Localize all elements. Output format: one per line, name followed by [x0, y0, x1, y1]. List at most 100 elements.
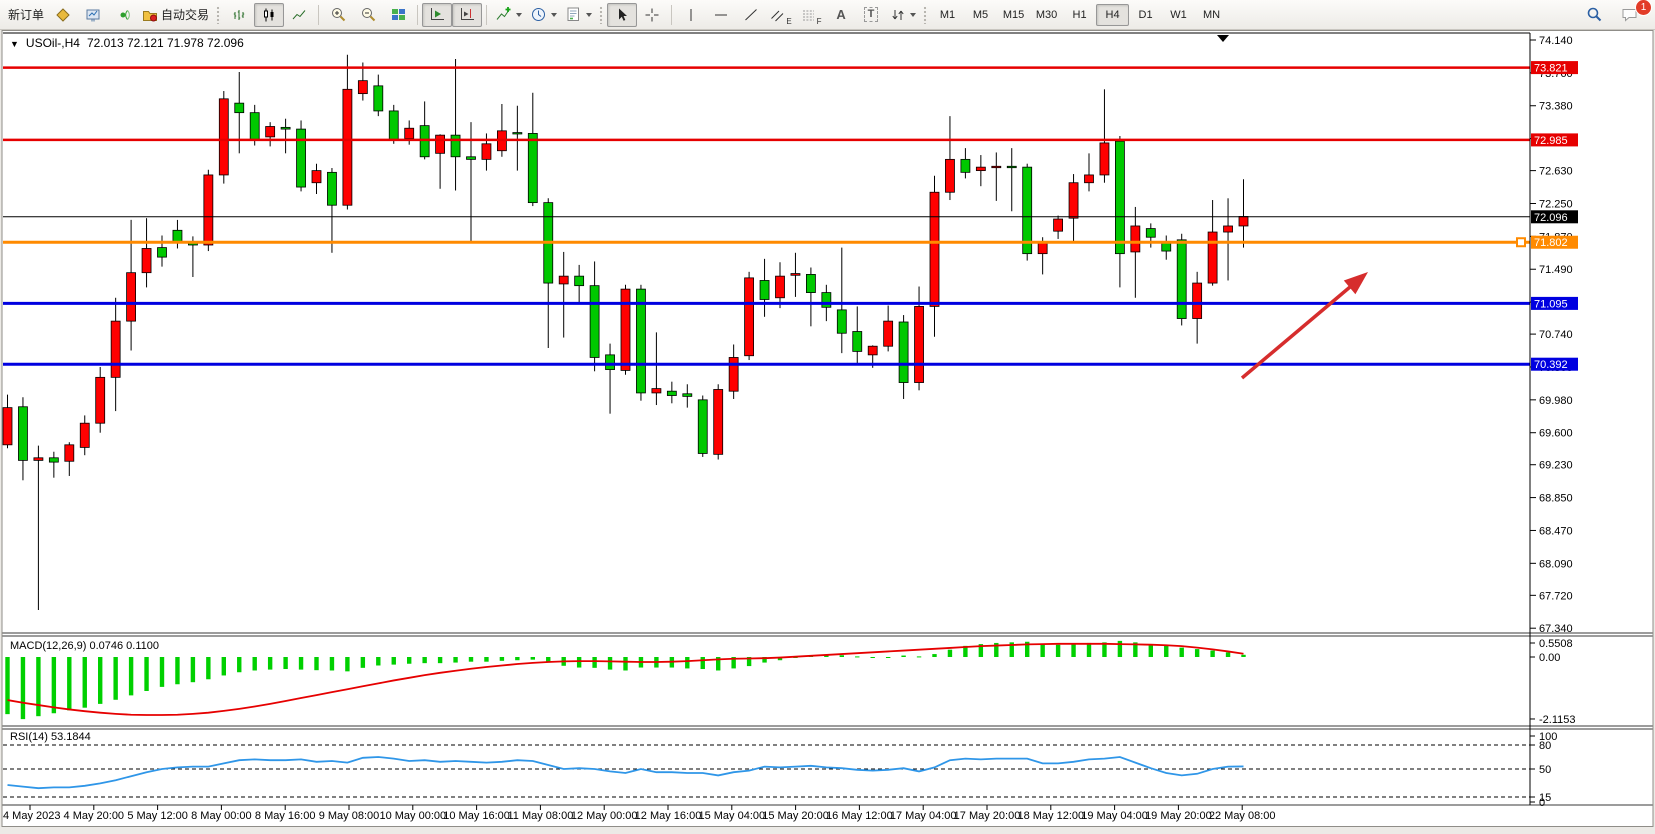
signals-button[interactable] — [108, 3, 138, 27]
chart-canvas[interactable]: 74.14073.76073.38073.00072.63072.25071.8… — [0, 0, 1655, 834]
candle-body — [127, 273, 136, 321]
candle-body — [698, 400, 707, 454]
price-tick-label: 67.720 — [1539, 590, 1573, 602]
trendline-tool-button[interactable] — [736, 3, 766, 27]
dropdown-caret[interactable] — [551, 13, 557, 17]
zoom-out-icon — [360, 6, 377, 23]
time-tick-label: 15 May 20:00 — [762, 810, 829, 822]
candle-body — [281, 127, 290, 129]
macd-histogram-bar — [67, 657, 71, 710]
macd-histogram-bar — [871, 657, 875, 658]
chart-shift-button[interactable] — [452, 3, 482, 27]
timeframe-w1[interactable]: W1 — [1162, 4, 1195, 26]
line-chart-button[interactable] — [284, 3, 314, 27]
macd-histogram-bar — [469, 657, 473, 662]
candle-body — [915, 306, 924, 382]
horizontal-line-tool-button[interactable] — [706, 3, 736, 27]
diamond-icon — [55, 7, 71, 23]
dropdown-caret[interactable] — [910, 13, 916, 17]
candle-body — [992, 166, 1001, 167]
arrows-icon — [890, 7, 906, 23]
macd-histogram-bar — [175, 657, 179, 684]
candle-body — [590, 286, 599, 358]
tile-windows-button[interactable] — [383, 3, 413, 27]
deposit-icon-button[interactable] — [48, 3, 78, 27]
auto-trading-button[interactable]: 自动交易 — [138, 3, 213, 27]
vertical-line-tool-button[interactable] — [676, 3, 706, 27]
indicators-button[interactable] — [491, 3, 526, 27]
candle-body — [976, 167, 985, 170]
autotrade-folder-icon — [142, 7, 158, 23]
fibonacci-tool-button[interactable]: F — [796, 3, 826, 27]
timeframe-m1[interactable]: M1 — [931, 4, 964, 26]
candlestick-chart-button[interactable] — [254, 3, 284, 27]
toolbar-grip[interactable] — [216, 6, 221, 24]
macd-histogram-bar — [608, 657, 612, 670]
text-tool-button[interactable]: A — [826, 3, 856, 27]
toolbar-separator — [318, 5, 319, 25]
zoom-out-button[interactable] — [353, 3, 383, 27]
timeframe-m5[interactable]: M5 — [964, 4, 997, 26]
macd-histogram-bar — [21, 657, 25, 719]
time-tick-label: 15 May 04:00 — [698, 810, 765, 822]
macd-histogram-bar — [160, 657, 164, 687]
search-icon — [1586, 6, 1603, 23]
market-watch-button[interactable] — [78, 3, 108, 27]
zoom-in-button[interactable] — [323, 3, 353, 27]
candle-body — [1023, 167, 1032, 254]
price-tick-label: 74.140 — [1539, 35, 1573, 47]
macd-histogram-bar — [330, 657, 334, 670]
chart-header: ▼ USOil-,H4 72.013 72.121 71.978 72.096 — [10, 36, 244, 50]
dropdown-caret[interactable] — [516, 13, 522, 17]
time-tick-label: 22 May 08:00 — [1209, 810, 1276, 822]
toolbar-grip[interactable] — [923, 6, 928, 24]
macd-histogram-bar — [268, 657, 272, 670]
macd-histogram-bar — [577, 657, 581, 668]
timeframe-h1[interactable]: H1 — [1063, 4, 1096, 26]
candle-body — [528, 133, 537, 202]
macd-histogram-bar — [685, 657, 689, 668]
time-tick-label: 19 May 04:00 — [1081, 810, 1148, 822]
price-tick-label: 68.850 — [1539, 493, 1573, 505]
candle-body — [822, 293, 831, 308]
macd-histogram-bar — [376, 657, 380, 665]
candle-body — [930, 192, 939, 306]
timeframe-h4[interactable]: H4 — [1096, 4, 1129, 26]
candle-body — [899, 322, 908, 383]
trendline-icon — [743, 7, 759, 23]
new-order-button[interactable]: 新订单 — [4, 3, 48, 27]
search-button[interactable] — [1579, 3, 1609, 27]
price-tick-label: 69.230 — [1539, 460, 1573, 472]
candle-body — [1007, 166, 1016, 167]
auto-scroll-button[interactable] — [422, 3, 452, 27]
macd-histogram-bar — [546, 657, 550, 662]
timeframe-mn[interactable]: MN — [1195, 4, 1228, 26]
templates-button[interactable] — [561, 3, 596, 27]
arrows-tool-button[interactable] — [886, 3, 920, 27]
toolbar-grip[interactable] — [599, 6, 604, 24]
bar-chart-button[interactable] — [224, 3, 254, 27]
timeframe-m15[interactable]: M15 — [997, 4, 1030, 26]
candle-body — [389, 111, 398, 140]
monitor-icon — [85, 7, 101, 23]
candle-body — [945, 159, 954, 192]
candle-body — [853, 332, 862, 352]
dropdown-caret[interactable] — [586, 13, 592, 17]
macd-histogram-bar — [299, 657, 303, 670]
symbol-dropdown-icon[interactable]: ▼ — [10, 39, 19, 49]
line-handle[interactable] — [1517, 238, 1525, 246]
periods-button[interactable] — [526, 3, 561, 27]
time-tick-label: 16 May 12:00 — [826, 810, 893, 822]
text-label-tool-button[interactable]: T — [856, 3, 886, 27]
chart-ohlc-values: 72.013 72.121 71.978 72.096 — [87, 36, 244, 50]
channel-tool-button[interactable]: E — [766, 3, 796, 27]
cursor-icon — [614, 7, 630, 23]
candle-body — [961, 159, 970, 172]
notifications-button[interactable]: 1 — [1615, 3, 1645, 27]
price-tick-label: 71.490 — [1539, 264, 1573, 276]
timeframe-d1[interactable]: D1 — [1129, 4, 1162, 26]
timeframe-m30[interactable]: M30 — [1030, 4, 1063, 26]
crosshair-tool-button[interactable] — [637, 3, 667, 27]
rsi-axis-label: 80 — [1539, 740, 1551, 752]
cursor-tool-button[interactable] — [607, 3, 637, 27]
